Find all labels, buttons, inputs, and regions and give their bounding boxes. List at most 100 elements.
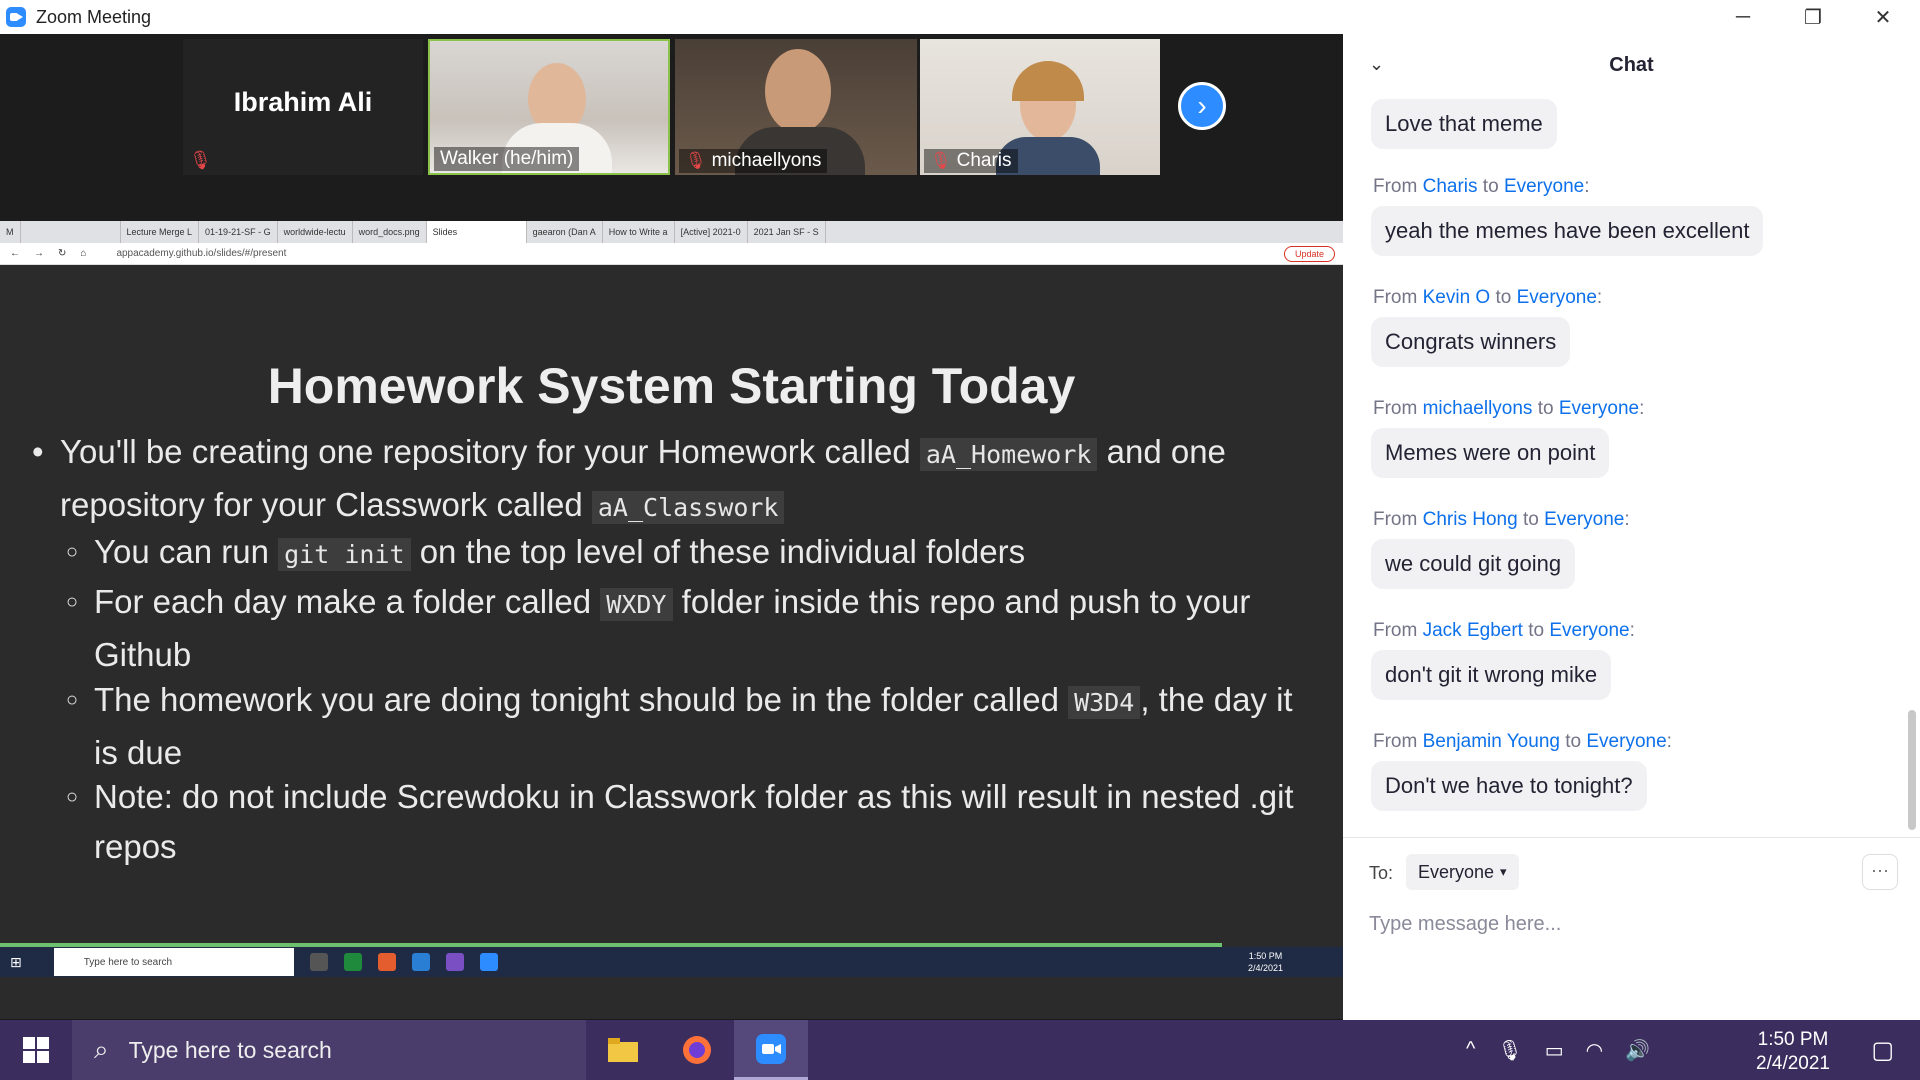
system-tray: ^ 🎙 ▭ ◠ 🔊 <box>1466 1038 1650 1063</box>
wifi-icon[interactable]: ◠ <box>1586 1038 1603 1063</box>
bullet-circle: ○ <box>66 689 79 711</box>
taskbar-search-box[interactable]: ⌕ Type here to search <box>72 1020 586 1080</box>
taskbar-clock[interactable]: 1:50 PM 2/4/2021 <box>1756 1028 1830 1076</box>
chat-message-sender: From Chris Hong to Everyone: <box>1373 509 1630 530</box>
browser-tab-active[interactable]: Slides <box>426 221 527 243</box>
chat-message-sender: From Jack Egbert to Everyone: <box>1373 620 1635 641</box>
chat-message-input[interactable] <box>1369 904 1889 944</box>
back-arrow-icon[interactable]: ← <box>10 248 20 259</box>
browser-tab[interactable]: 2021 Jan SF - S <box>748 221 826 243</box>
chat-panel: ⌄ Chat Love that meme From Charis to Eve… <box>1343 34 1920 1020</box>
chat-message: Congrats winners <box>1371 317 1571 367</box>
window-title: Zoom Meeting <box>36 6 152 27</box>
participant-name-label: Walker (he/him) <box>434 147 580 171</box>
divider <box>1343 837 1920 838</box>
app-icon <box>309 953 328 971</box>
recipient-dropdown[interactable]: Everyone ▾ <box>1406 854 1519 890</box>
muted-mic-icon: 🎙 <box>189 150 212 170</box>
shared-screen: M Lecture Merge L 01-19-21-SF - G worldw… <box>0 221 1343 1019</box>
browser-tab-pinned-group[interactable] <box>21 221 121 243</box>
spotify-icon <box>343 953 362 971</box>
chat-message: yeah the memes have been excellent <box>1371 206 1764 256</box>
chat-message: Don't we have to tonight? <box>1371 761 1647 811</box>
url-field[interactable]: appacademy.github.io/slides/#/present <box>116 248 286 259</box>
zoom-logo-icon <box>6 7 26 27</box>
close-button[interactable]: ✕ <box>1848 0 1918 34</box>
browser-tab[interactable]: M <box>0 221 21 243</box>
file-explorer-icon[interactable] <box>586 1020 660 1080</box>
windows-logo-icon <box>23 1037 49 1063</box>
chat-message-sender: From michaellyons to Everyone: <box>1373 398 1645 419</box>
windows-taskbar: ⌕ Type here to search ^ 🎙 ▭ ◠ 🔊 1:50 PM … <box>0 1020 1920 1080</box>
participant-name-large: Ibrahim Ali <box>233 87 373 117</box>
battery-icon[interactable]: ▭ <box>1545 1038 1564 1063</box>
restore-button[interactable]: ❐ <box>1778 0 1848 34</box>
browser-address-bar: ← → ↻ ⌂ appacademy.github.io/slides/#/pr… <box>0 243 1343 265</box>
next-page-arrow-icon[interactable]: › <box>1178 82 1226 130</box>
zoom-icon <box>479 953 498 971</box>
chat-message-sender: From Charis to Everyone: <box>1373 176 1590 197</box>
presentation-slide: Homework System Starting Today • You'll … <box>0 267 1343 943</box>
browser-tab[interactable]: 01-19-21-SF - G <box>199 221 278 243</box>
slide-sub-bullet: ○ The homework you are doing tonight sho… <box>66 675 1324 778</box>
participant-video-strip: Ibrahim Ali 🎙 Walker (he/him) 🎙 michaelly… <box>0 34 1343 221</box>
slide-sub-bullet: ○ You can run git init on the top level … <box>66 527 1324 580</box>
zoom-taskbar-icon[interactable] <box>734 1020 808 1080</box>
windows-start-icon: ⊞ <box>10 953 22 970</box>
muted-mic-icon: 🎙 <box>685 151 707 170</box>
participant-tile-ibrahim[interactable]: Ibrahim Ali 🎙 <box>183 39 423 175</box>
forward-arrow-icon[interactable]: → <box>34 248 44 259</box>
home-icon[interactable]: ⌂ <box>80 248 86 259</box>
slide-title: Homework System Starting Today <box>267 358 1076 414</box>
participant-name-label: 🎙 michaellyons <box>679 149 828 173</box>
chat-message: Love that meme <box>1371 99 1557 149</box>
shared-screen-taskbar: ⊞ Type here to search 1:50 PM 2/4/2021 <box>0 947 1343 977</box>
participant-tile-charis[interactable]: 🎙 Charis <box>920 39 1160 175</box>
visual-studio-icon <box>445 953 464 971</box>
reload-icon[interactable]: ↻ <box>58 248 66 259</box>
windows-start-button[interactable] <box>0 1020 72 1080</box>
participant-hair <box>1012 61 1084 101</box>
chat-title: Chat <box>1609 54 1654 76</box>
bullet-circle: ○ <box>66 541 79 563</box>
browser-tab[interactable]: How to Write a <box>603 221 675 243</box>
chat-message: don't git it wrong mike <box>1371 650 1612 700</box>
chat-message-sender: From Benjamin Young to Everyone: <box>1373 731 1672 752</box>
browser-tab-strip: M Lecture Merge L 01-19-21-SF - G worldw… <box>0 221 1343 243</box>
vscode-icon <box>411 953 430 971</box>
browser-tab[interactable]: gaearon (Dan A <box>527 221 603 243</box>
browser-tab[interactable]: [Active] 2021-0 <box>675 221 748 243</box>
chevron-up-icon[interactable]: ^ <box>1466 1038 1475 1063</box>
participant-name-label: 🎙 Charis <box>924 149 1018 173</box>
slide-bullet: • You'll be creating one repository for … <box>32 427 1320 533</box>
participant-tile-walker[interactable]: Walker (he/him) <box>428 39 670 175</box>
shared-search-box: Type here to search <box>53 948 294 976</box>
chat-message: Memes were on point <box>1371 428 1610 478</box>
chat-message: we could git going <box>1371 539 1576 589</box>
microphone-icon[interactable]: 🎙 <box>1497 1038 1522 1063</box>
browser-update-button[interactable]: Update <box>1283 246 1335 262</box>
chat-message-sender: From Kevin O to Everyone: <box>1373 287 1603 308</box>
firefox-icon[interactable] <box>660 1020 734 1080</box>
browser-tab[interactable]: word_docs.png <box>353 221 427 243</box>
notification-icon[interactable]: ▢ <box>1871 1036 1894 1065</box>
search-icon: ⌕ <box>94 1034 109 1064</box>
to-label: To: <box>1369 863 1394 883</box>
slide-sub-bullet: ○ Note: do not include Screwdoku in Clas… <box>66 772 1334 872</box>
participant-tile-michaellyons[interactable]: 🎙 michaellyons <box>675 39 917 175</box>
volume-icon[interactable]: 🔊 <box>1625 1038 1650 1063</box>
browser-tab[interactable]: worldwide-lectu <box>278 221 353 243</box>
chevron-down-icon: ▾ <box>1500 864 1507 879</box>
title-bar: Zoom Meeting ─ ❐ ✕ <box>0 0 1920 34</box>
minimize-button[interactable]: ─ <box>1708 0 1778 34</box>
bullet-circle: ○ <box>66 786 79 808</box>
slide-sub-bullet: ○ For each day make a folder called WXDY… <box>66 577 1324 680</box>
app-icon <box>377 953 396 971</box>
browser-tab[interactable]: Lecture Merge L <box>121 221 200 243</box>
muted-mic-icon: 🎙 <box>930 151 952 170</box>
shared-clock: 1:50 PM 2/4/2021 <box>1247 951 1283 973</box>
participant-video <box>765 49 831 133</box>
chat-scrollbar[interactable] <box>1908 710 1916 830</box>
more-options-button[interactable]: ··· <box>1862 854 1898 890</box>
bullet-dot: • <box>32 433 44 470</box>
